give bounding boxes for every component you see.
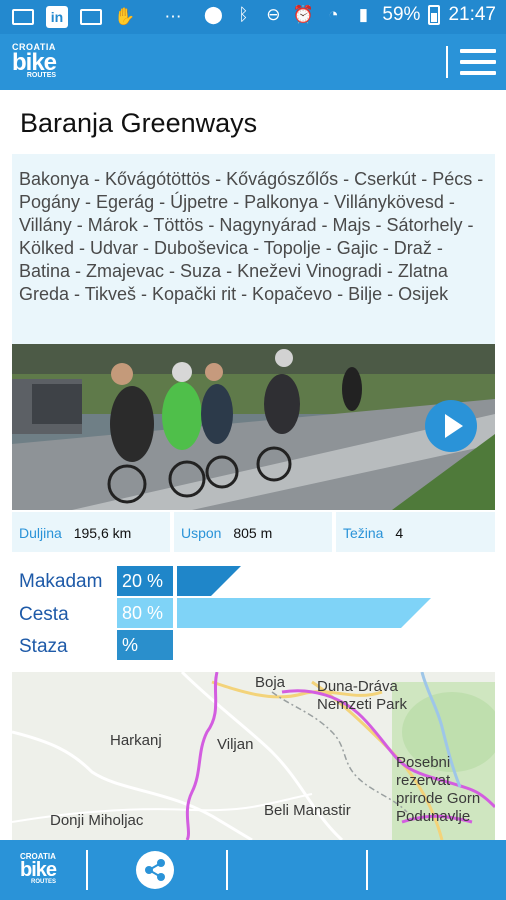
status-bar: in ✋ ⋯ ⬤ ᛒ ⊖ ⏰ ◔ ▮ 59% 21:47 [0,0,506,34]
app-bar: CROATIA bike ROUTES [0,34,506,90]
battery-icon [428,5,441,25]
climb-value: 805 m [233,525,273,541]
logo-main-text: bike [12,49,57,76]
surface-label-cesta: Cesta [19,604,69,625]
alarm-icon: ⏰ [292,5,314,24]
wifi-icon: ◔ [328,5,339,24]
map-label-donji-miholjac: Donji Miholjac [50,812,144,829]
battery-percent: 59% [382,4,421,25]
notification-icons: in ✋ ⋯ [12,6,184,28]
mail-icon [12,9,34,25]
signal-icon: ▮ [358,5,369,24]
mail-icon [80,9,102,25]
share-button[interactable] [136,851,174,889]
route-map[interactable]: Boja Duna-Dráva Nemzeti Park Harkanj Vil… [12,672,495,840]
map-label-harkanj: Harkanj [110,732,162,749]
route-video-thumbnail[interactable] [12,344,495,510]
surface-percent-staza: % [117,630,173,660]
share-icon [145,859,165,881]
bottom-logo-main-text: bike [20,859,57,881]
bottom-divider [86,850,88,890]
more-icon: ⋯ [164,7,182,26]
stat-climb: Uspon 805 m [174,512,332,552]
hand-icon: ✋ [114,7,136,26]
surface-percent-makadam: 20 % [117,566,173,596]
climb-label: Uspon [181,525,222,541]
page-title: Baranja Greenways [20,108,258,138]
difficulty-label: Težina [343,525,384,541]
hamburger-icon[interactable] [460,49,496,75]
bottom-divider [366,850,368,890]
surface-label-makadam: Makadam [19,571,103,592]
route-places: Bakonya - Kővágótöttös - Kővágószőlős - … [12,154,495,344]
bluetooth-icon: ᛒ [238,5,249,24]
map-label-duna-drava: Duna-Dráva Nemzeti Park [317,678,408,713]
map-label-beli-manastir: Beli Manastir [264,802,351,819]
length-label: Duljina [19,525,62,541]
cyclists-photo [12,344,495,510]
length-value: 195,6 km [73,525,132,541]
bottom-divider [226,850,228,890]
linkedin-icon: in [46,6,68,28]
difficulty-value: 4 [395,525,404,541]
bottom-bar: CROATIA bike ROUTES [0,840,506,900]
bottom-logo[interactable]: CROATIA bike ROUTES [20,852,57,885]
clock: 21:47 [448,4,496,25]
play-button[interactable] [425,400,477,452]
map-label-boja: Boja [255,674,286,691]
dnd-icon: ⊖ [266,5,281,24]
app-bar-divider [446,46,448,78]
location-icon: ⬤ [203,5,223,24]
surface-bar-cesta [177,598,431,628]
surface-percent-cesta: 80 % [117,598,173,628]
stat-difficulty: Težina 4 [336,512,495,552]
stat-length: Duljina 195,6 km [12,512,170,552]
app-logo[interactable]: CROATIA bike ROUTES [12,42,57,79]
surface-bar-makadam [177,566,241,596]
map-label-viljan: Viljan [217,736,254,753]
map-label-gornje-podunavlje: Posebni rezervat prirode Gorn Podunavlje [396,754,481,825]
system-icons: ⬤ ᛒ ⊖ ⏰ ◔ ▮ 59% 21:47 [202,4,496,26]
surface-label-staza: Staza [19,636,68,657]
